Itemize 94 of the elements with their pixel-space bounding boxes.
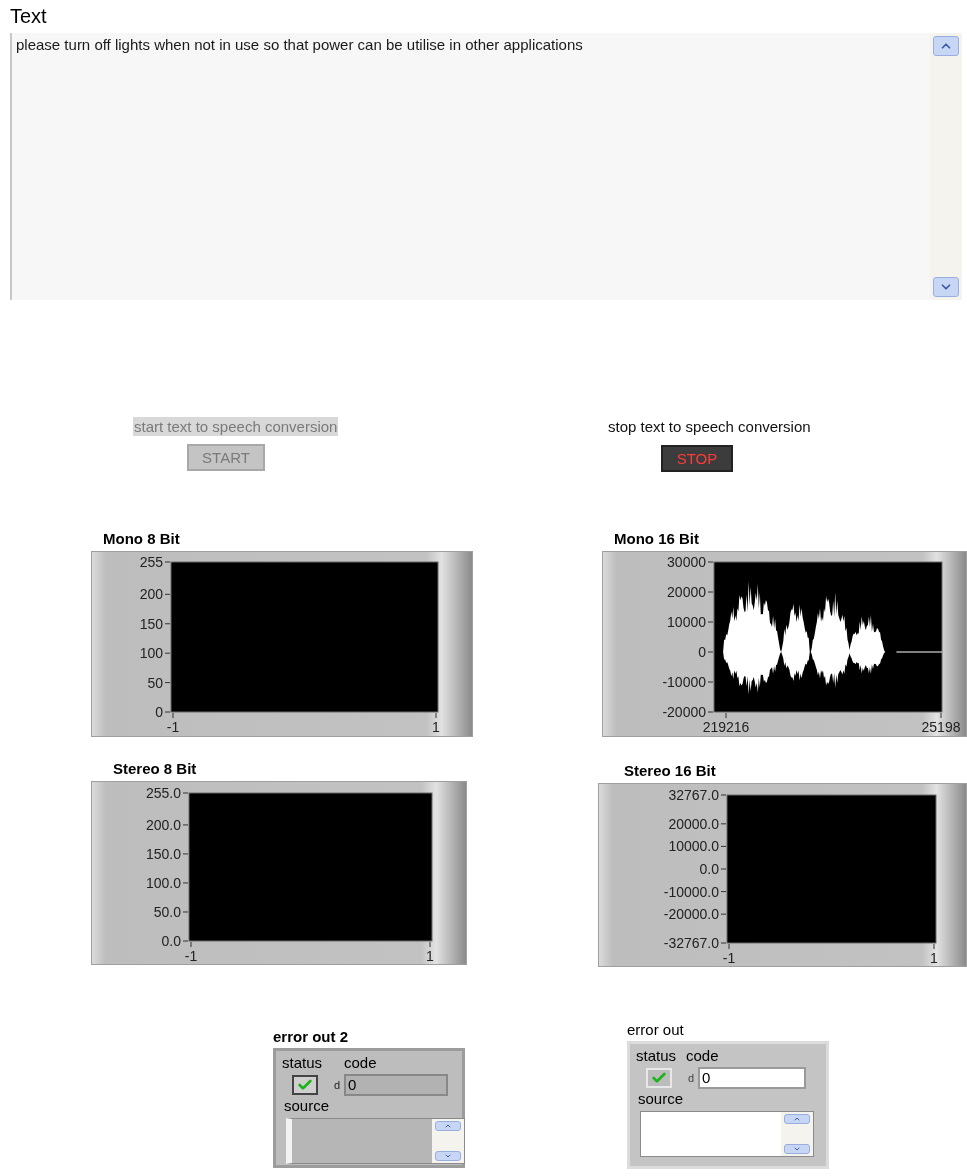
- y-tick-label: 20000.0: [668, 815, 719, 832]
- y-tick-label: 10000: [667, 614, 706, 630]
- tick-mark: [164, 682, 171, 684]
- y-tick-label: 150: [139, 615, 163, 632]
- y-tick-label: 200: [139, 586, 163, 603]
- cluster-title: error out: [627, 1021, 685, 1039]
- radix-label: d: [688, 1072, 696, 1084]
- y-tick-label: 10000.0: [668, 838, 719, 855]
- status-label: status: [636, 1047, 677, 1065]
- tick-mark: [164, 652, 171, 654]
- control-label: stop text to speech conversion: [607, 417, 812, 436]
- tick-mark: [933, 943, 935, 950]
- tick-mark: [182, 824, 189, 826]
- scrollbar[interactable]: [781, 1112, 813, 1156]
- y-tick-label: -20000.0: [663, 906, 719, 923]
- scroll-up-button[interactable]: [933, 36, 959, 56]
- tick-mark: [725, 712, 727, 719]
- x-tick-label: 1: [930, 950, 938, 966]
- y-tick-label: 20000: [667, 584, 706, 600]
- tick-mark: [164, 593, 171, 595]
- tick-mark: [707, 561, 714, 563]
- status-label: status: [282, 1054, 323, 1072]
- tick-mark: [164, 561, 171, 563]
- source-field[interactable]: [640, 1111, 814, 1157]
- y-tick-label: 255.0: [145, 785, 181, 801]
- tick-mark: [429, 941, 431, 948]
- y-tick-label: 100.0: [145, 874, 181, 891]
- control-label: start text to speech conversion: [133, 417, 339, 436]
- tick-mark: [707, 651, 714, 653]
- tick-mark: [720, 823, 727, 825]
- code-field[interactable]: 0: [698, 1067, 806, 1089]
- y-tick-label: -32767.0: [663, 935, 719, 951]
- y-tick-label: 30000: [667, 554, 706, 570]
- x-tick-label: -1: [184, 948, 198, 964]
- tick-mark: [182, 792, 189, 794]
- y-tick-label: -20000: [662, 704, 706, 720]
- y-tick-label: 0: [155, 704, 163, 720]
- code-label: code: [344, 1054, 377, 1072]
- cluster-title: error out 2: [273, 1028, 349, 1046]
- scroll-down-button[interactable]: [933, 277, 959, 297]
- y-tick-label: 200.0: [145, 816, 181, 833]
- tick-mark: [720, 845, 727, 847]
- tick-mark: [720, 891, 727, 893]
- y-tick-label: 150.0: [145, 845, 181, 862]
- x-tick-label: -1: [722, 950, 736, 966]
- chevron-up-icon: [793, 1115, 801, 1123]
- x-tick-label: 219216: [702, 719, 750, 735]
- y-tick-label: -10000.0: [663, 883, 719, 900]
- chart-title: Stereo 8 Bit: [113, 760, 198, 778]
- text-field[interactable]: please turn off lights when not in use so that power can be utilise in other applications: [10, 33, 930, 300]
- y-tick-label: 32767.0: [668, 787, 719, 803]
- x-tick-label: 25198: [921, 719, 961, 735]
- chart-title: Mono 8 Bit: [103, 530, 181, 548]
- tick-mark: [707, 621, 714, 623]
- tick-mark: [720, 913, 727, 915]
- tick-mark: [940, 712, 942, 719]
- source-label: source: [284, 1097, 331, 1115]
- tick-mark: [182, 882, 189, 884]
- tick-mark: [720, 794, 727, 796]
- y-tick-label: 0.0: [699, 861, 719, 877]
- y-tick-label: 50: [147, 674, 163, 691]
- scroll-up-button[interactable]: [435, 1121, 461, 1131]
- code-label: code: [686, 1047, 719, 1065]
- x-tick-label: 1: [426, 948, 434, 964]
- tick-mark: [182, 853, 189, 855]
- tick-mark: [707, 711, 714, 713]
- y-tick-label: 0.0: [161, 933, 181, 949]
- y-tick-label: 0: [698, 644, 706, 660]
- check-icon: [651, 1070, 667, 1086]
- chevron-down-icon: [793, 1145, 801, 1153]
- radix-label: d: [334, 1079, 342, 1091]
- tick-mark: [707, 681, 714, 683]
- scroll-down-button[interactable]: [784, 1144, 810, 1154]
- source-label: source: [638, 1090, 685, 1108]
- scrollbar[interactable]: [930, 33, 962, 300]
- tick-mark: [164, 623, 171, 625]
- x-tick-label: 1: [432, 719, 440, 735]
- x-tick-label: -1: [166, 719, 180, 735]
- y-tick-label: 255: [139, 554, 163, 570]
- y-tick-label: 100: [139, 645, 163, 662]
- tick-mark: [720, 868, 727, 870]
- check-icon: [297, 1077, 313, 1093]
- chart-title: Stereo 16 Bit: [624, 762, 717, 780]
- tick-mark: [182, 911, 189, 913]
- chevron-up-icon: [444, 1122, 452, 1130]
- chart-title: Mono 16 Bit: [614, 530, 700, 548]
- scroll-down-button[interactable]: [435, 1151, 461, 1161]
- tick-mark: [435, 712, 437, 719]
- y-tick-label: 50.0: [153, 904, 181, 920]
- panel-label: Text: [10, 4, 48, 28]
- chevron-down-icon: [444, 1152, 452, 1160]
- y-tick-label: -10000: [662, 674, 706, 690]
- scroll-up-button[interactable]: [784, 1114, 810, 1124]
- tick-mark: [707, 591, 714, 593]
